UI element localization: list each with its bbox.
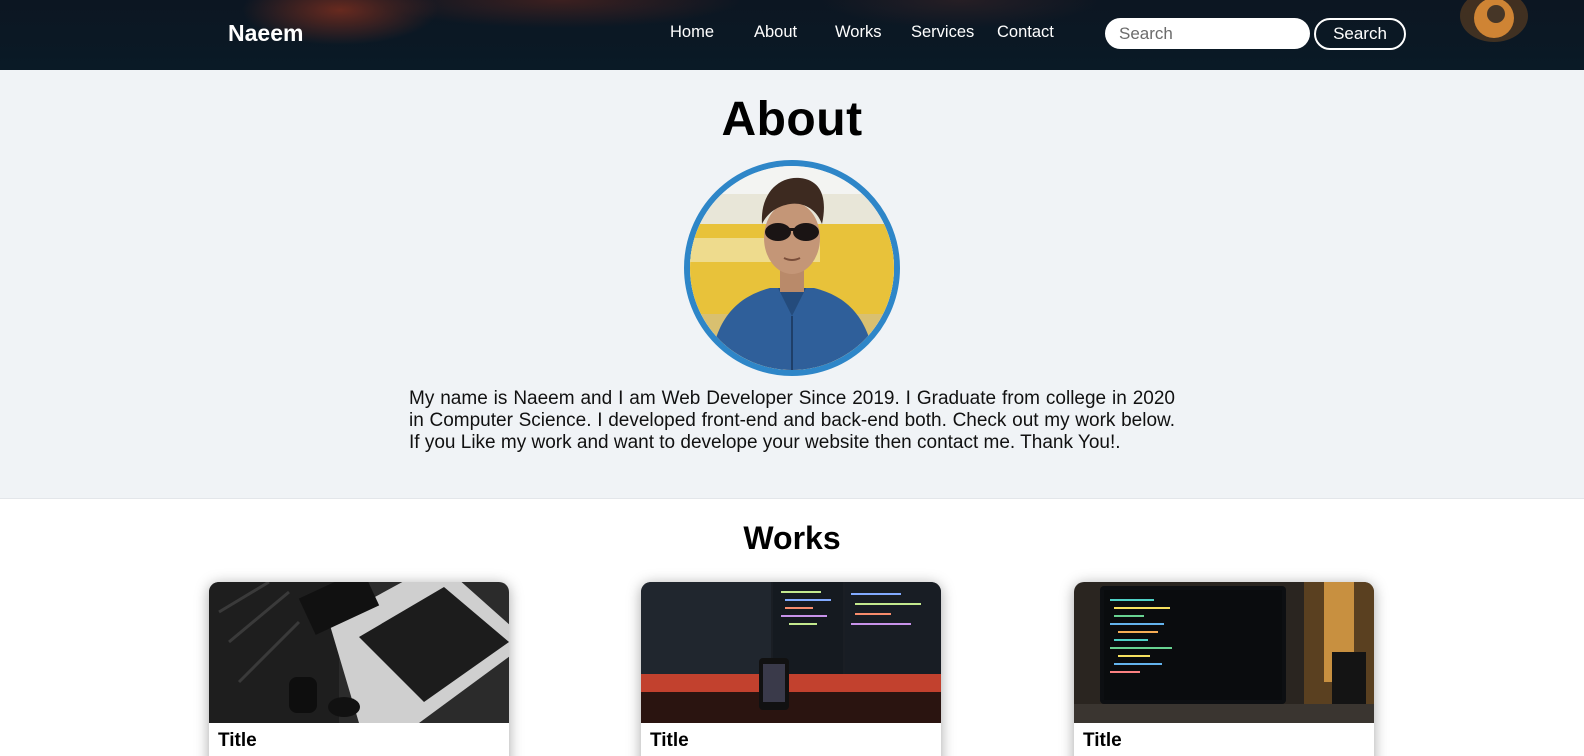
work-card-title: Title <box>650 730 689 751</box>
about-title: About <box>721 93 863 146</box>
decorative-lamp-glow <box>1460 0 1528 42</box>
about-description: My name is Naeem and I am Web Developer … <box>409 388 1175 453</box>
work-card-title: Title <box>218 730 257 751</box>
works-title: Works <box>743 520 841 556</box>
search-button[interactable]: Search <box>1314 18 1406 50</box>
brand-logo[interactable]: Naeem <box>228 20 303 47</box>
work-card[interactable]: Title <box>1074 582 1374 756</box>
about-section: About My name is Naeem and I am Web Deve… <box>0 70 1584 499</box>
search-input[interactable] <box>1105 18 1310 49</box>
nav-link-services[interactable]: Services <box>911 23 974 42</box>
work-card[interactable]: Title <box>641 582 941 756</box>
profile-avatar <box>684 160 900 376</box>
nav-link-about[interactable]: About <box>754 23 797 42</box>
work-card[interactable]: Title <box>209 582 509 756</box>
work-card-title: Title <box>1083 730 1122 751</box>
laptop-code-image <box>1074 582 1374 723</box>
code-monitors-image <box>641 582 941 723</box>
nav-link-contact[interactable]: Contact <box>997 23 1054 42</box>
navbar: Naeem Home About Works Services Contact … <box>0 0 1584 70</box>
nav-link-home[interactable]: Home <box>670 23 714 42</box>
laptop-keyboard-image <box>209 582 509 723</box>
nav-link-works[interactable]: Works <box>835 23 881 42</box>
